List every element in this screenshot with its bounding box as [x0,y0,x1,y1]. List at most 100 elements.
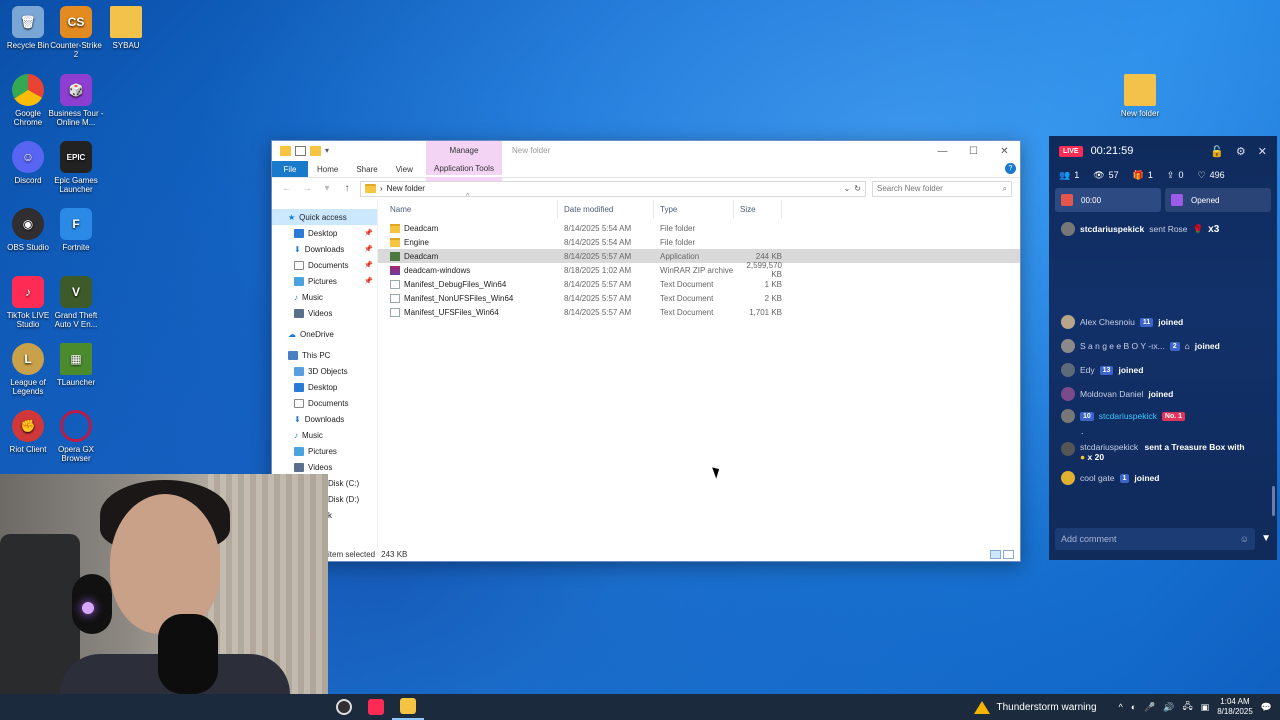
table-row[interactable]: Manifest_NonUFSFiles_Win64 8/14/2025 5:5… [378,291,1020,305]
taskbar-obs[interactable] [328,694,360,720]
treasure-timer-card[interactable]: 00:00 [1055,188,1161,212]
file-list[interactable]: ^ Name Date modified Type Size Deadcam 8… [378,193,1020,547]
sort-up-icon: ^ [466,193,470,200]
tab-file[interactable]: File [272,161,308,177]
close-icon[interactable]: ✕ [1258,145,1267,158]
maximize-button[interactable]: ☐ [958,141,989,161]
emoji-icon[interactable]: ☺ [1240,534,1249,544]
tiktok-live-panel[interactable]: LIVE 00:21:59 🔓 ⚙ ✕ 👥 1 👁 57 🎁 1 ⇪ 0 ♡ 496 00… [1049,136,1277,560]
tiktok-icon [368,699,384,715]
forward-button[interactable]: → [300,183,314,194]
nav-downloads[interactable]: ⬇ Downloads 📌 [272,241,377,257]
notification-icon[interactable]: 💬 [1261,702,1272,713]
table-row[interactable]: Engine 8/14/2025 5:54 AM File folder [378,235,1020,249]
nav-desktop[interactable]: Desktop 📌 [272,225,377,241]
desktop-icon [294,382,304,392]
desktop-icon-sybau[interactable]: SYBAU [98,6,154,50]
desktop-icon-gta[interactable]: V Grand Theft Auto V En... [48,276,104,329]
network-icon[interactable]: 🖧 [1183,699,1193,715]
desktop-icon-fortnite[interactable]: F Fortnite [48,208,104,252]
table-row[interactable]: Manifest_UFSFiles_Win64 8/14/2025 5:57 A… [378,305,1020,319]
live-badge: LIVE [1059,145,1083,157]
table-row-selected[interactable]: Deadcam 8/14/2025 5:57 AM Application 24… [378,249,1020,263]
nav-quick-access[interactable]: ★ Quick access [272,209,377,225]
folder-icon [110,6,142,38]
tray-chevron-up-icon[interactable]: ^ [1119,702,1123,712]
league-icon: L [12,343,44,375]
taskbar-file-explorer[interactable] [392,694,424,720]
tab-application-tools[interactable]: Application Tools [426,161,502,177]
cloud-icon: ☁ [288,329,296,339]
desktop-icon-epic-games[interactable]: EPIC Epic Games Launcher [48,141,104,194]
column-date-modified[interactable]: Date modified [558,200,654,218]
folder-icon [280,146,291,156]
minimize-button[interactable]: — [927,141,958,161]
nav-this-pc[interactable]: This PC [272,347,377,363]
close-button[interactable]: ✕ [989,141,1020,161]
tray-app-icon[interactable]: ◐ [1131,702,1136,712]
settings-icon[interactable]: ⚙ [1236,145,1246,158]
refresh-icon[interactable]: ↻ [854,184,861,193]
microphone-icon[interactable]: 🎤 [1144,702,1155,713]
desktop-icon-tlauncher[interactable]: ▦ TLauncher [48,343,104,387]
speaker-icon[interactable]: 🔊 [1163,702,1174,713]
nav-pc-videos[interactable]: Videos [272,459,377,475]
comment-input[interactable]: Add comment ☺ [1055,528,1255,550]
nav-onedrive[interactable]: ☁ OneDrive [272,326,377,342]
table-row[interactable]: Manifest_DebugFiles_Win64 8/14/2025 5:57… [378,277,1020,291]
column-size[interactable]: Size [734,200,782,218]
status-bar: item selected 243 KB [328,549,408,559]
qat-dropdown-icon[interactable]: ▾ [325,146,336,156]
file-explorer-window[interactable]: ▾ Manage New folder — ☐ ✕ File Home Shar… [271,140,1021,562]
properties-icon[interactable] [295,146,306,156]
nav-videos[interactable]: Videos [272,305,377,321]
up-button[interactable]: ↑ [340,183,354,194]
column-type[interactable]: Type [654,200,734,218]
tray-extra-icon[interactable]: ▣ [1201,702,1210,713]
nav-pc-documents[interactable]: Documents [272,395,377,411]
back-button[interactable]: ← [280,183,294,194]
desktop-icon-counter-strike[interactable]: CS Counter-Strike 2 [48,6,104,59]
table-row[interactable]: deadcam-windows 8/18/2025 1:02 AM WinRAR… [378,261,1020,279]
table-row[interactable]: Deadcam 8/14/2025 5:54 AM File folder [378,221,1020,235]
nav-pc-downloads[interactable]: ⬇ Downloads [272,411,377,427]
gta-icon: V [60,276,92,308]
scrollbar[interactable] [1272,486,1275,516]
breadcrumb[interactable]: New folder [387,184,425,193]
desktop-icon-new-folder[interactable]: New folder [1112,74,1168,118]
large-icons-view-button[interactable] [1003,550,1014,559]
recent-dropdown-icon[interactable]: ▾ [320,183,334,194]
clock[interactable]: 1:04 AM 8/18/2025 [1217,697,1253,717]
desktop-icon-opera-gx[interactable]: Opera GX Browser [48,410,104,463]
tab-view[interactable]: View [387,161,422,177]
help-icon[interactable]: ? [1005,163,1016,174]
address-dropdown-icon[interactable]: ⌄ [844,184,851,193]
breadcrumb-separator: › [380,184,383,193]
opened-card[interactable]: Opened [1165,188,1271,212]
details-view-button[interactable] [990,550,1001,559]
nav-3d-objects[interactable]: 3D Objects [272,363,377,379]
avatar [1061,409,1075,423]
tab-home[interactable]: Home [308,161,347,177]
manage-tab[interactable]: Manage [426,146,502,155]
nav-pc-desktop[interactable]: Desktop [272,379,377,395]
column-name[interactable]: Name [378,200,558,218]
tlauncher-icon: ▦ [60,343,92,375]
desktop-icon-business-tour[interactable]: 🎲 Business Tour - Online M... [48,74,104,127]
title-bar[interactable]: ▾ Manage New folder — ☐ ✕ [272,141,1020,161]
lock-icon[interactable]: 🔓 [1210,145,1224,158]
search-input[interactable]: Search New folder ⌕ [872,180,1012,197]
taskbar-tiktok-live[interactable] [360,694,392,720]
address-row: ← → ▾ ↑ › New folder ⌄ ↻ Search New fold… [272,177,1020,199]
nav-documents[interactable]: Documents 📌 [272,257,377,273]
nav-pictures[interactable]: Pictures 📌 [272,273,377,289]
business-tour-icon: 🎲 [60,74,92,106]
address-bar[interactable]: › New folder ⌄ ↻ [360,180,866,197]
nav-pc-music[interactable]: ♪ Music [272,427,377,443]
filter-icon[interactable]: ▼ [1261,533,1271,544]
nav-music[interactable]: ♪ Music [272,289,377,305]
weather-widget[interactable]: Thunderstorm warning [974,700,1097,714]
tab-share[interactable]: Share [347,161,386,177]
new-folder-icon[interactable] [310,146,321,156]
nav-pc-pictures[interactable]: Pictures [272,443,377,459]
